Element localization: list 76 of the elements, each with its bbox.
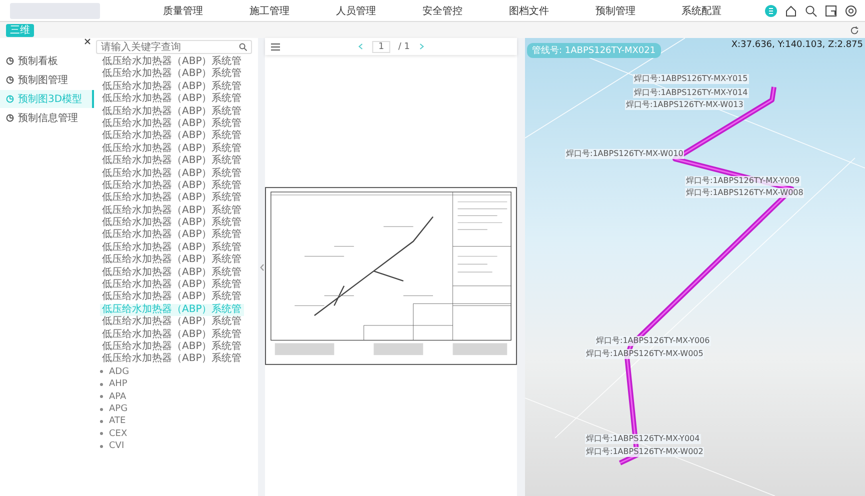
pipe-model-drawing[interactable]: [525, 38, 865, 496]
tree-item[interactable]: 低压给水加热器（ABP）系统管: [100, 56, 244, 68]
tree-item[interactable]: 低压给水加热器（ABP）系统管: [100, 279, 244, 292]
pipe-number-tag: 管线号: 1ABPS126TY-MX021: [527, 43, 661, 58]
coordinates-readout: X:37.636, Y:140.103, Z:2.875: [731, 40, 863, 50]
tree-item[interactable]: 低压给水加热器（ABP）系统管: [100, 130, 244, 143]
sidebar-item[interactable]: 预制信息管理: [0, 109, 94, 127]
search-field[interactable]: 请输入关键字查询: [96, 40, 252, 54]
tree-item[interactable]: 低压给水加热器（ABP）系统管: [100, 242, 244, 254]
bullet-icon: [100, 444, 103, 448]
weld-label: 焊口号:1ABPS126TY-MX-W005: [585, 349, 704, 359]
pie-chart-icon: [6, 114, 14, 122]
weld-label: 焊口号:1ABPS126TY-MX-Y015: [633, 74, 749, 84]
weld-label: 焊口号:1ABPS126TY-MX-Y006: [595, 336, 711, 346]
bullet-icon: [100, 432, 103, 436]
search-icon[interactable]: [805, 4, 817, 16]
weld-label: 焊口号:1ABPS126TY-MX-W013: [625, 100, 744, 110]
refresh-icon[interactable]: [850, 26, 859, 34]
sidebar-item[interactable]: 预制图管理: [0, 71, 94, 89]
nav-tab[interactable]: 质量管理: [159, 2, 208, 20]
tree-item[interactable]: 低压给水加热器（ABP）系统管: [100, 180, 244, 192]
sidebar-item[interactable]: 预制看板: [0, 52, 94, 70]
pie-chart-icon: [6, 57, 14, 65]
settings-icon[interactable]: [845, 4, 857, 16]
weld-label: 焊口号:1ABPS126TY-MX-W002: [585, 447, 704, 457]
page-total: / 1: [398, 42, 410, 52]
tree-item[interactable]: 低压给水加热器（ABP）系统管: [100, 291, 244, 304]
tree-item[interactable]: 低压给水加热器（ABP）系统管: [100, 155, 244, 168]
tree-item[interactable]: 低压给水加热器（ABP）系统管: [100, 266, 244, 280]
weld-label: 焊口号:1ABPS126TY-MX-W010: [565, 149, 684, 159]
bullet-icon: [100, 382, 103, 386]
search-icon: [239, 43, 247, 51]
nav-tab[interactable]: 系统配置: [678, 2, 726, 20]
weld-label: 焊口号:1ABPS126TY-MX-W008: [685, 188, 804, 198]
tree-item[interactable]: APA: [109, 390, 126, 403]
tree-item[interactable]: 低压给水加热器（ABP）系统管: [100, 340, 244, 354]
bullet-icon: [100, 408, 103, 411]
tree-item[interactable]: CVI: [109, 440, 124, 453]
nav-tab[interactable]: 预制管理: [591, 2, 640, 20]
menu-icon[interactable]: [271, 42, 280, 50]
pie-chart-icon: [6, 95, 14, 103]
bullet-icon: [100, 395, 103, 398]
tree-item[interactable]: 低压给水加热器（ABP）系统管: [100, 118, 244, 130]
close-icon[interactable]: [83, 36, 92, 46]
nav-tab[interactable]: 图档文件: [504, 2, 553, 20]
tree-item[interactable]: 低压给水加热器（ABP）系统管: [100, 254, 244, 267]
tree-item[interactable]: 低压给水加热器（ABP）系统管: [100, 93, 244, 106]
bullet-icon: [100, 420, 103, 424]
tree-item[interactable]: 低压给水加热器（ABP）系统管: [100, 68, 244, 81]
weld-label: 焊口号:1ABPS126TY-MX-Y009: [685, 176, 801, 186]
tree-item[interactable]: 低压给水加热器（ABP）系统管: [100, 217, 244, 230]
nav-tab[interactable]: 人员管理: [332, 2, 380, 20]
tree-item[interactable]: AHP: [109, 378, 128, 391]
tree-item[interactable]: 低压给水加热器（ABP）系统管: [100, 192, 244, 205]
nav-tab[interactable]: 安全管控: [418, 2, 466, 20]
tree-item[interactable]: 低压给水加热器（ABP）系统管: [100, 168, 244, 180]
fullscreen-icon[interactable]: [825, 4, 837, 16]
tree-item[interactable]: 低压给水加热器（ABP）系统管: [100, 353, 244, 366]
tree-item[interactable]: ATE: [109, 415, 126, 428]
tree-item[interactable]: 低压给水加热器（ABP）系统管: [100, 142, 244, 156]
bullet-icon: [100, 370, 103, 374]
weld-label: 焊口号:1ABPS126TY-MX-Y014: [633, 88, 749, 98]
tree-item[interactable]: CEX: [109, 428, 128, 440]
tree-item[interactable]: APG: [109, 402, 128, 416]
home-icon[interactable]: [785, 4, 797, 16]
weld-label: 焊口号:1ABPS126TY-MX-Y004: [585, 434, 701, 444]
nav-tab[interactable]: 施工管理: [246, 2, 294, 20]
tree-item[interactable]: ADG: [109, 366, 130, 378]
pie-chart-icon: [6, 76, 14, 84]
tree-item[interactable]: 低压给水加热器（ABP）系统管: [100, 106, 244, 118]
tree-item[interactable]: 低压给水加热器（ABP）系统管: [100, 328, 244, 341]
tree-item[interactable]: 低压给水加热器（ABP）系统管: [100, 316, 244, 329]
page-number-field[interactable]: 1: [372, 40, 390, 52]
tree-item[interactable]: 低压给水加热器（ABP）系统管: [100, 80, 244, 94]
tree-item[interactable]: 低压给水加热器（ABP）系统管: [100, 229, 244, 242]
tree-item[interactable]: 低压给水加热器（ABP）系统管: [100, 204, 244, 218]
